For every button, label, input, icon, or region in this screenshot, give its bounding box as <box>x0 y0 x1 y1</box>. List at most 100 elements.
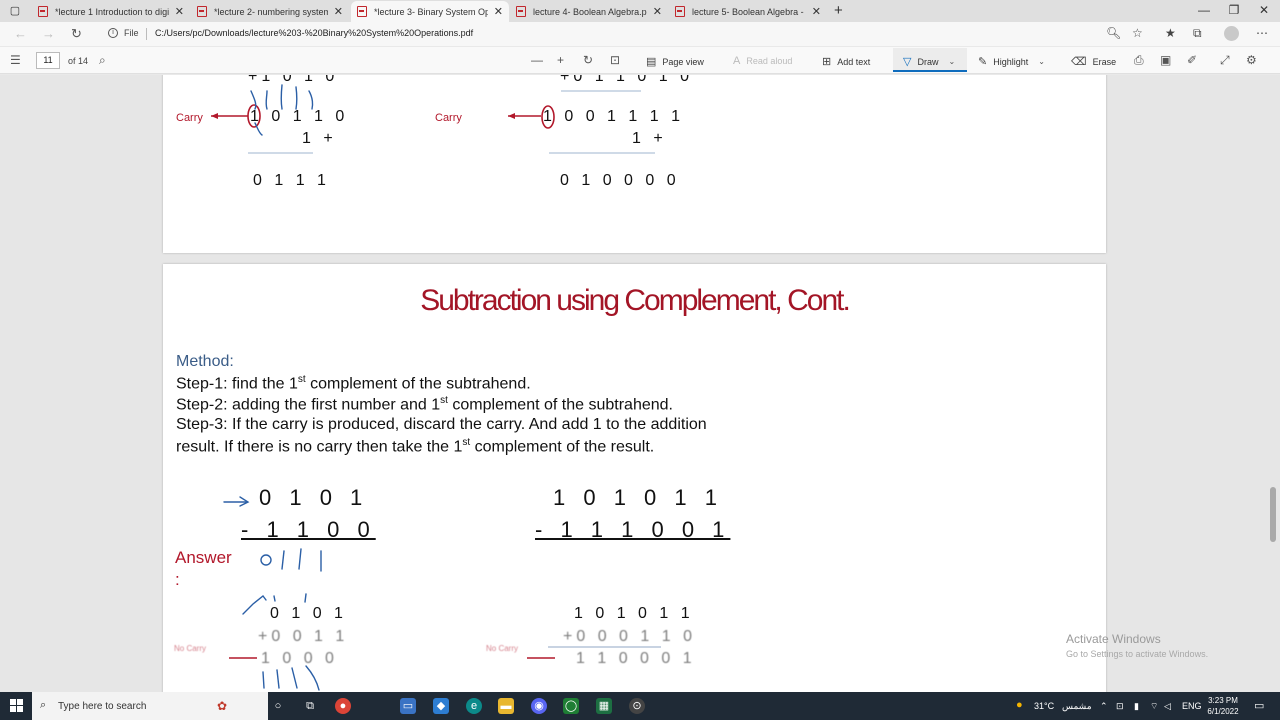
refresh-icon[interactable]: ↻ <box>71 26 82 42</box>
favorites-icon[interactable]: ★ <box>1165 26 1176 40</box>
search-placeholder: Type here to search <box>58 700 147 712</box>
app-icon[interactable]: ◆ <box>433 698 449 714</box>
draw-label: Draw <box>917 56 939 67</box>
ink-digit-one <box>281 550 285 570</box>
pdf-page-10: +1 0 1 0 Carry 1 0 1 1 0 1 + 0 1 1 1 +0 … <box>163 75 1106 253</box>
favorite-add-icon[interactable]: ☆ <box>1132 26 1143 40</box>
ink-stroke <box>242 595 267 615</box>
document-viewport[interactable]: +1 0 1 0 Carry 1 0 1 1 0 1 + 0 1 1 1 +0 … <box>0 75 1280 692</box>
app-icon[interactable]: ◯ <box>563 698 579 714</box>
zoom-icon[interactable]: 🔍︎ <box>1106 26 1121 40</box>
tab-lecture-5[interactable]: lecture 5- Boolean Algebra - par ✕ <box>669 1 827 22</box>
close-icon[interactable]: ✕ <box>175 5 184 18</box>
wifi-icon[interactable]: ⌔ <box>1150 701 1158 712</box>
settings-icon[interactable]: ⚙ <box>1246 53 1257 67</box>
fit-page-icon[interactable]: ⊡ <box>610 53 620 67</box>
site-info[interactable]: i File <box>108 28 139 38</box>
taskbar-search-input[interactable]: ⌕ Type here to search <box>32 692 268 720</box>
ink-stroke <box>262 671 265 689</box>
tab-lecture-3[interactable]: *lecture 3- Binary System Operat ✕ <box>351 1 509 22</box>
tab-lecture-4[interactable]: lecture 4- Boolean Algebra.pdf ✕ <box>510 1 668 22</box>
add-text-button[interactable]: ⊞ Add text <box>822 55 870 68</box>
add-text-icon: ⊞ <box>822 56 832 68</box>
clock[interactable]: 3:23 PM 6/1/2022 <box>1200 695 1246 717</box>
erase-button[interactable]: ⌫ Erase <box>1071 55 1116 68</box>
carry-circle-right <box>541 105 555 129</box>
pdf-icon <box>38 6 48 17</box>
weather-temp[interactable]: 31°C <box>1034 701 1054 711</box>
info-icon: i <box>108 28 118 38</box>
print-icon[interactable]: ⎙ <box>1134 53 1144 68</box>
network-icon[interactable]: ⊡ <box>1116 701 1124 712</box>
ink-stroke <box>273 595 276 602</box>
minimize-button[interactable]: — <box>1194 3 1214 17</box>
forward-icon[interactable]: → <box>42 26 55 41</box>
read-aloud-button[interactable]: A Read aloud <box>733 55 792 67</box>
close-icon[interactable]: ✕ <box>334 5 343 18</box>
collections-icon[interactable]: ⧉ <box>1193 26 1202 41</box>
page-number-input[interactable]: 11 <box>36 52 60 69</box>
new-tab-button[interactable]: + <box>834 2 843 19</box>
excel-icon[interactable]: ▦ <box>596 698 612 714</box>
ink-stroke <box>280 84 283 110</box>
language-indicator[interactable]: ENG <box>1182 701 1202 711</box>
start-button[interactable] <box>10 699 24 713</box>
pdf-icon <box>516 6 526 17</box>
file-explorer-icon[interactable]: ▬ <box>498 698 514 714</box>
app-icon[interactable]: ▭ <box>400 698 416 714</box>
discord-icon[interactable]: ◉ <box>531 698 547 714</box>
close-icon[interactable]: ✕ <box>653 5 662 18</box>
weather-text: مشمس <box>1062 701 1092 711</box>
url-field[interactable]: C:/Users/pc/Downloads/lecture%203-%20Bin… <box>155 28 473 38</box>
highlight-button[interactable]: ✎ Highlight ⌄ <box>978 55 1045 68</box>
save-as-icon[interactable]: ✐ <box>1187 53 1197 67</box>
cortana-icon[interactable]: ○ <box>270 698 286 714</box>
page-view-button[interactable]: ▤ Page view <box>646 55 704 68</box>
highlight-icon: ✎ <box>978 56 988 68</box>
ink-digit-zero <box>260 554 272 566</box>
rotate-icon[interactable]: ↻ <box>583 53 593 67</box>
tab-actions-icon[interactable]: ▢ <box>8 4 22 18</box>
close-icon[interactable]: ✕ <box>812 5 821 18</box>
ink-stroke <box>305 665 320 691</box>
activate-windows-subtitle: Go to Settings to activate Windows. <box>1066 649 1209 659</box>
eraser-icon: ⌫ <box>1071 56 1087 68</box>
tray-chevron-icon[interactable]: ⌃ <box>1100 701 1108 712</box>
tab-lecture-2[interactable]: *lecture 2- numbering systems c ✕ <box>191 1 349 22</box>
maximize-button[interactable]: ❐ <box>1224 3 1244 17</box>
volume-icon[interactable]: ◁ <box>1164 701 1171 712</box>
clock-time: 3:23 PM <box>1208 696 1238 705</box>
save-icon[interactable]: ▣ <box>1160 53 1171 67</box>
chevron-down-icon[interactable]: ⌄ <box>948 57 955 66</box>
draw-button[interactable]: ▽ Draw ⌄ <box>903 55 955 68</box>
zoom-in-icon[interactable]: + <box>557 53 564 67</box>
windows-logo-icon <box>10 706 16 712</box>
ink-stroke <box>265 90 268 110</box>
contents-icon[interactable]: ☰ <box>10 53 21 67</box>
chevron-down-icon[interactable]: ⌄ <box>1038 57 1045 66</box>
back-icon[interactable]: ← <box>14 26 27 41</box>
address-bar: ← → ↻ i File C:/Users/pc/Downloads/lectu… <box>0 22 1280 46</box>
zoom-out-icon[interactable]: — <box>531 53 543 67</box>
close-icon[interactable]: ✕ <box>494 5 503 18</box>
page-drawings <box>211 84 655 154</box>
pdf-icon <box>675 6 685 17</box>
weather-icon[interactable]: ● <box>1016 699 1023 711</box>
ink-stroke <box>295 86 298 110</box>
chrome-icon[interactable]: ● <box>335 698 351 714</box>
window-close-button[interactable]: ✕ <box>1254 3 1274 17</box>
task-view-icon[interactable]: ⧉ <box>302 698 318 714</box>
app-icon[interactable]: ⊙ <box>629 698 645 714</box>
more-icon[interactable]: ⋯ <box>1256 26 1268 40</box>
edge-icon[interactable]: e <box>466 698 482 714</box>
fullscreen-icon[interactable]: ⤢ <box>1220 53 1230 68</box>
avatar[interactable] <box>1224 26 1239 41</box>
notifications-icon[interactable]: ▭ <box>1254 699 1264 712</box>
divider <box>146 28 147 40</box>
tab-lecture-1[interactable]: *lecture 1 Introduction to digita ✕ <box>32 1 190 22</box>
microphone-icon[interactable]: ▮ <box>1134 701 1139 712</box>
search-icon[interactable]: ⌕ <box>99 53 106 68</box>
widget-icon[interactable]: ✿ <box>214 698 230 714</box>
scrollbar-thumb[interactable] <box>1270 487 1276 542</box>
tab-label: *lecture 1 Introduction to digita <box>55 6 169 17</box>
